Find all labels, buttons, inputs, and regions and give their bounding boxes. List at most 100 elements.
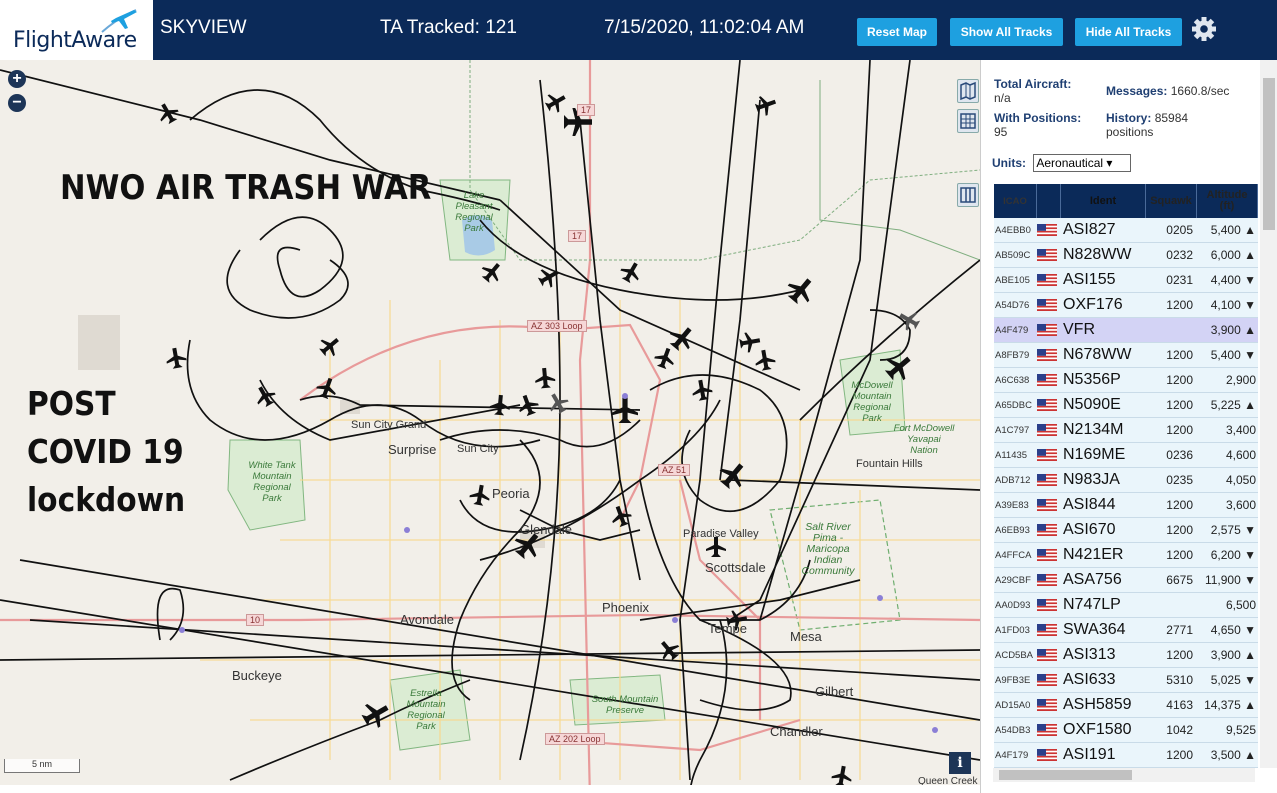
table-row[interactable]: AD15A0 ASH5859 4163 14,375 ▲ [994, 693, 1258, 718]
row-squawk: 5310 [1166, 673, 1193, 687]
row-ident: VFR [1063, 321, 1095, 338]
zoom-in-button[interactable]: + [8, 70, 26, 88]
table-row[interactable]: A1C797 N2134M 1200 3,400 [994, 418, 1258, 443]
table-row[interactable]: AB509C N828WW 0232 6,000 ▲ [994, 243, 1258, 268]
units-label: Units: [992, 156, 1026, 170]
row-squawk: 0235 [1166, 473, 1193, 487]
units-dropdown[interactable]: Aeronautical ▾ [1033, 154, 1132, 172]
label-lake-pleasant-park: Lake Pleasant Regional Park [455, 190, 493, 234]
stat-with-positions: With Positions: 95 [994, 111, 1081, 139]
with-positions-value: 95 [994, 125, 1008, 139]
stat-history: History: 85984 positions [1106, 111, 1226, 139]
row-altitude: 4,600 [1225, 448, 1256, 462]
row-ident: ASH5859 [1063, 696, 1132, 713]
map-layers-icon[interactable] [957, 79, 979, 103]
us-flag-icon [1037, 249, 1061, 261]
label-sun-city: Sun City [457, 443, 499, 455]
row-altitude: 2,900 [1225, 373, 1256, 387]
table-row[interactable]: ABE105 ASI155 0231 4,400 ▼ [994, 268, 1258, 293]
table-row[interactable]: A29CBF ASA756 6675 11,900 ▼ [994, 568, 1258, 593]
table-row[interactable]: A1FD03 SWA364 2771 4,650 ▼ [994, 618, 1258, 643]
row-ident: ASI827 [1063, 221, 1116, 238]
gear-icon[interactable] [1191, 16, 1217, 42]
row-altitude: 6,200 ▼ [1210, 548, 1256, 562]
zoom-out-button[interactable]: − [8, 94, 26, 112]
row-ident: N169ME [1063, 446, 1126, 463]
row-altitude: 4,400 ▼ [1210, 273, 1256, 287]
label-paradise-valley: Paradise Valley [683, 528, 759, 540]
row-icao: AA0D93 [995, 599, 1031, 611]
row-squawk: 1200 [1166, 748, 1193, 762]
show-all-tracks-button[interactable]: Show All Tracks [950, 18, 1063, 46]
table-row[interactable]: A54D76 OXF176 1200 4,100 ▼ [994, 293, 1258, 318]
row-squawk: 2771 [1166, 623, 1193, 637]
skyview-app: FlightAware SKYVIEW TA Tracked: 121 7/15… [0, 0, 1277, 793]
us-flag-icon [1037, 599, 1061, 611]
table-row[interactable]: A4F479 VFR 3,900 ▲ [994, 318, 1258, 343]
table-row[interactable]: A4EBB0 ASI827 0205 5,400 ▲ [994, 218, 1258, 243]
reset-map-button[interactable]: Reset Map [857, 18, 937, 46]
col-squawk[interactable]: Squawk [1146, 184, 1197, 218]
label-avondale: Avondale [400, 612, 454, 627]
info-button[interactable]: i [949, 752, 971, 774]
row-ident: N421ER [1063, 546, 1124, 563]
label-tempe: Tempe [708, 621, 748, 636]
row-icao: A4F179 [995, 749, 1029, 761]
table-row[interactable]: ACD5BA ASI313 1200 3,900 ▲ [994, 643, 1258, 668]
row-altitude: 5,025 ▼ [1210, 673, 1256, 687]
label-estrella-park: Estrella Mountain Regional Park [406, 688, 446, 732]
aircraft-panel: Total Aircraft: n/a Messages: 1660.8/sec… [980, 60, 1277, 793]
table-row[interactable]: A9FB3E ASI633 5310 5,025 ▼ [994, 668, 1258, 693]
table-row[interactable]: AA0D93 N747LP 6,500 [994, 593, 1258, 618]
table-row[interactable]: A4FFCA N421ER 1200 6,200 ▼ [994, 543, 1258, 568]
columns-toggle-icon[interactable] [957, 183, 979, 207]
col-altitude[interactable]: Altitude (ft) [1197, 184, 1258, 218]
col-ident[interactable]: Ident [1061, 184, 1146, 218]
row-squawk: 1042 [1166, 723, 1193, 737]
row-squawk: 0231 [1166, 273, 1193, 287]
table-row[interactable]: A6EB93 ASI670 1200 2,575 ▼ [994, 518, 1258, 543]
row-squawk: 0236 [1166, 448, 1193, 462]
total-aircraft-label: Total Aircraft: [994, 77, 1072, 91]
row-ident: ASI155 [1063, 271, 1116, 288]
row-altitude: 5,400 ▲ [1210, 223, 1256, 237]
row-icao: A1C797 [995, 424, 1030, 436]
vertical-scrollbar[interactable] [1260, 60, 1277, 768]
row-ident: N678WW [1063, 346, 1132, 363]
row-squawk: 1200 [1166, 523, 1193, 537]
col-flag[interactable] [1037, 184, 1061, 218]
row-squawk: 1200 [1166, 648, 1193, 662]
us-flag-icon [1037, 474, 1061, 486]
row-altitude: 3,400 [1225, 423, 1256, 437]
table-row[interactable]: A6C638 N5356P 1200 2,900 [994, 368, 1258, 393]
flightaware-logo[interactable]: FlightAware [0, 0, 153, 60]
stat-messages: Messages: 1660.8/sec [1106, 84, 1229, 98]
table-row[interactable]: A65DBC N5090E 1200 5,225 ▲ [994, 393, 1258, 418]
row-icao: A29CBF [995, 574, 1031, 586]
table-row[interactable]: A4F179 ASI191 1200 3,500 ▲ [994, 743, 1258, 768]
table-row[interactable]: A8FB79 N678WW 1200 5,400 ▼ [994, 343, 1258, 368]
overlay-caption: POST COVID 19 lockdown [27, 380, 185, 524]
row-icao: A4FFCA [995, 549, 1032, 561]
table-row[interactable]: A11435 N169ME 0236 4,600 [994, 443, 1258, 468]
us-flag-icon [1037, 674, 1061, 686]
scrollbar-thumb[interactable] [1263, 78, 1275, 230]
logo-text: FlightAware [13, 28, 137, 53]
table-row[interactable]: A54DB3 OXF1580 1042 9,525 [994, 718, 1258, 743]
horizontal-scrollbar[interactable] [993, 768, 1255, 782]
us-flag-icon [1037, 399, 1061, 411]
row-ident: ASI313 [1063, 646, 1116, 663]
label-queen-creek: Queen Creek [918, 776, 978, 785]
map-view[interactable]: Sun City Grand Surprise Sun City Peoria … [0, 60, 980, 785]
table-row[interactable]: ADB712 N983JA 0235 4,050 [994, 468, 1258, 493]
row-ident: N747LP [1063, 596, 1121, 613]
chevron-down-icon: ▾ [1106, 156, 1113, 170]
us-flag-icon [1037, 324, 1061, 336]
ta-tracked-count: TA Tracked: 121 [380, 17, 517, 38]
scrollbar-thumb-horizontal[interactable] [999, 770, 1132, 780]
col-icao[interactable]: ICAO [994, 184, 1037, 218]
grid-toggle-icon[interactable] [957, 109, 979, 133]
row-altitude: 3,500 ▲ [1210, 748, 1256, 762]
hide-all-tracks-button[interactable]: Hide All Tracks [1075, 18, 1182, 46]
table-row[interactable]: A39E83 ASI844 1200 3,600 [994, 493, 1258, 518]
